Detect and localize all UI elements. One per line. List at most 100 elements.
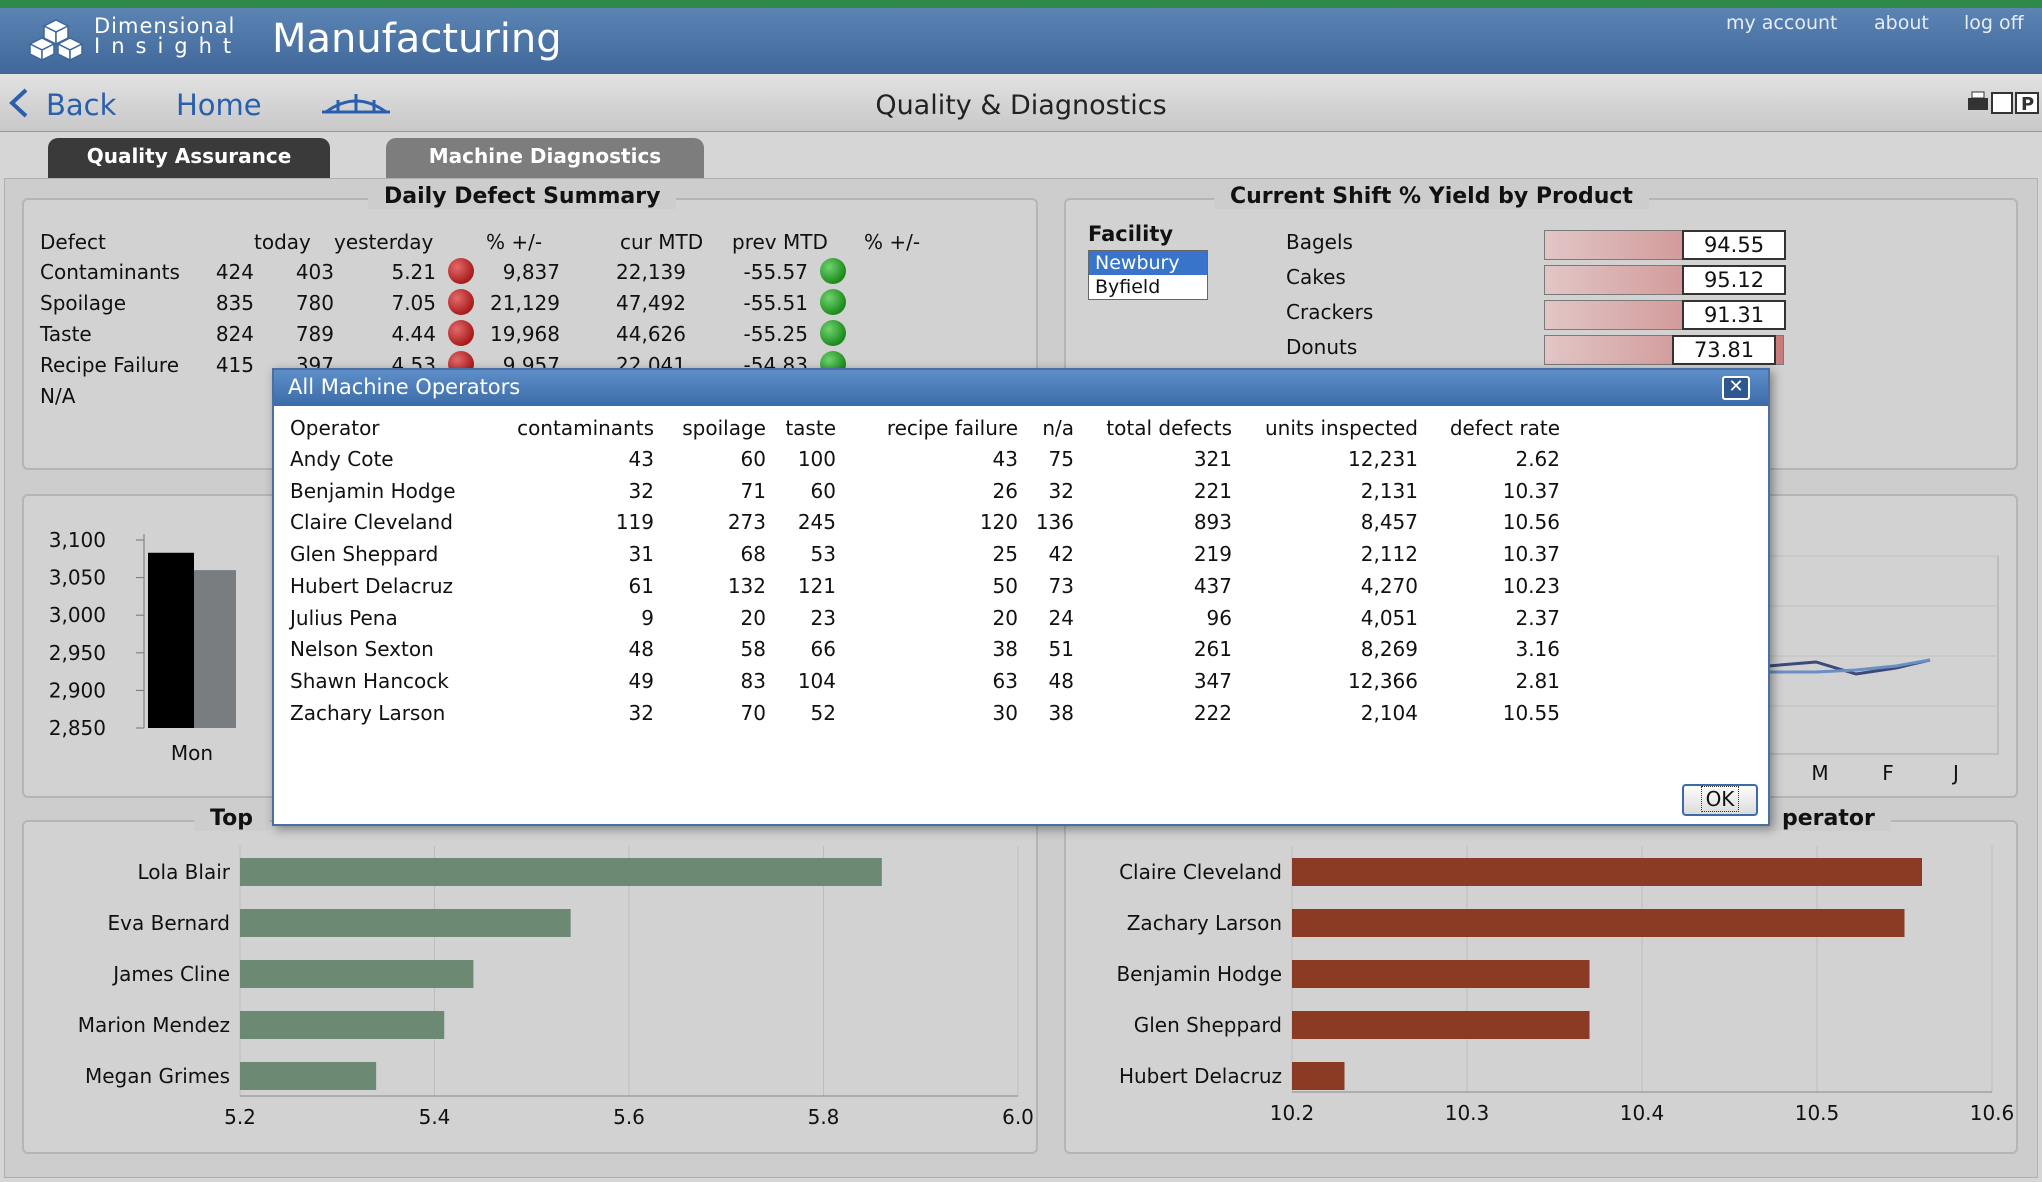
defect-pct2: -55.57	[743, 260, 808, 284]
operator-value: 49	[628, 668, 654, 693]
logo-line-2: Insight	[94, 34, 243, 58]
operator-value: 73	[1048, 573, 1074, 598]
operator-value: 68	[740, 542, 766, 567]
operator-value: 2.62	[1515, 447, 1560, 471]
operator-row: Andy Cote 43 60 100 43 75 321 12,231 2.62	[290, 447, 1590, 477]
operator-value: 20	[740, 605, 766, 630]
defect-today: 415	[215, 353, 254, 377]
defect-name: N/A	[40, 384, 76, 408]
column-header: recipe failure	[886, 416, 1018, 440]
tab-quality-assurance[interactable]: Quality Assurance	[48, 138, 330, 178]
x-tick-label: 5.2	[224, 1105, 256, 1129]
defect-prev-mtd: 22,139	[616, 260, 686, 284]
operator-value: 9	[641, 605, 654, 630]
my-account-link[interactable]: my account	[1726, 12, 1838, 34]
operator-value: 2.37	[1515, 605, 1560, 630]
operator-value: 121	[797, 573, 836, 598]
bar-category-label: Eva Bernard	[108, 911, 230, 935]
back-button[interactable]: Back	[46, 88, 116, 122]
month-tick-label: J	[1951, 761, 1959, 785]
operator-value: 63	[992, 668, 1018, 693]
x-category-label: Mon	[171, 741, 213, 765]
app-header: Dimensional Insight Manufacturing my acc…	[0, 0, 2042, 74]
operator-name: Zachary Larson	[290, 700, 446, 725]
ok-button[interactable]: OK	[1682, 784, 1758, 816]
about-link[interactable]: about	[1874, 12, 1929, 34]
operator-value: 52	[810, 700, 836, 725]
operator-name: Claire Cleveland	[290, 510, 453, 535]
month-tick-label: M	[1811, 761, 1828, 785]
product-name: Donuts	[1286, 335, 1358, 359]
operator-value: 60	[810, 478, 836, 503]
month-tick-label: F	[1882, 761, 1894, 785]
operator-value: 8,457	[1360, 510, 1418, 535]
bar	[240, 1011, 445, 1039]
close-icon[interactable]: ✕	[1722, 376, 1750, 400]
operator-name: Andy Cote	[290, 447, 394, 471]
defect-cur-mtd: 9,837	[502, 260, 560, 284]
defect-name: Contaminants	[40, 260, 180, 284]
operator-row: Nelson Sexton 48 58 66 38 51 261 8,269 3.16	[290, 637, 1590, 667]
tab-machine-diagnostics[interactable]: Machine Diagnostics	[386, 138, 704, 178]
operator-value: 10.56	[1502, 510, 1560, 535]
x-tick-label: 5.6	[613, 1105, 645, 1129]
status-red-icon	[448, 289, 474, 315]
bar-category-label: Hubert Delacruz	[1119, 1064, 1282, 1088]
log-off-link[interactable]: log off	[1964, 12, 2024, 34]
operator-value: 2.81	[1515, 668, 1560, 693]
bar-category-label: Claire Cleveland	[1119, 860, 1282, 884]
product-name: Crackers	[1286, 300, 1374, 324]
operators-table-header: Operator contaminants spoilage taste recipe …	[290, 416, 1590, 446]
bar	[240, 858, 882, 886]
operator-value: 2,104	[1360, 700, 1418, 725]
column-header: contaminants	[517, 416, 654, 440]
operator-value: 23	[810, 605, 836, 630]
status-green-icon	[820, 258, 846, 284]
operator-name: Nelson Sexton	[290, 637, 434, 662]
operator-value: 31	[628, 542, 654, 567]
bar-category-label: Marion Mendez	[78, 1013, 230, 1037]
operator-value: 4,270	[1360, 573, 1418, 598]
operator-value: 70	[740, 700, 766, 725]
home-link[interactable]: Home	[176, 88, 262, 122]
y-tick-label: 2,850	[49, 716, 106, 740]
facility-option-byfield[interactable]: Byfield	[1089, 275, 1207, 299]
export-icons[interactable]: P	[1966, 90, 2040, 116]
svg-text:P: P	[2021, 94, 2034, 115]
operator-value: 221	[1193, 478, 1232, 503]
operator-value: 2,112	[1360, 542, 1418, 567]
x-tick-label: 10.5	[1795, 1101, 1840, 1125]
x-tick-label: 10.4	[1620, 1101, 1665, 1125]
x-tick-label: 10.6	[1970, 1101, 2015, 1125]
bar-category-label: Glen Sheppard	[1134, 1013, 1282, 1037]
defect-name: Spoilage	[40, 291, 126, 315]
defect-cur-mtd: 19,968	[490, 322, 560, 346]
facility-option-newbury[interactable]: Newbury	[1089, 251, 1207, 275]
operator-value: 25	[992, 542, 1018, 567]
daily-bar-today	[148, 552, 194, 728]
col-cur-mtd: cur MTD	[620, 230, 704, 254]
bridge-icon[interactable]	[320, 88, 392, 118]
operator-value: 43	[992, 447, 1018, 471]
facility-list[interactable]: Newbury Byfield	[1088, 250, 1208, 300]
defect-row: Taste 824 789 4.44 19,968 44,626 -55.25	[40, 320, 940, 352]
operator-value: 38	[992, 637, 1018, 662]
defect-pct: 7.05	[391, 291, 436, 315]
daily-defects-chart: 3,100 3,050 3,000 2,950 2,900 2,850 Mon	[49, 528, 236, 765]
back-chevron-icon[interactable]	[6, 86, 32, 120]
defect-yesterday: 403	[295, 260, 334, 284]
y-tick-label: 2,900	[49, 678, 106, 702]
col-yesterday: yesterday	[334, 230, 434, 254]
operator-value: 51	[1048, 637, 1074, 662]
operator-value: 32	[628, 478, 654, 503]
operator-value: 245	[797, 510, 836, 535]
x-tick-label: 5.4	[419, 1105, 451, 1129]
operator-value: 53	[810, 542, 836, 567]
operator-value: 219	[1193, 542, 1232, 567]
col-pct-2: % +/-	[864, 230, 921, 254]
bar	[1292, 1011, 1590, 1039]
all-machine-operators-dialog: All Machine Operators ✕ Operator contamin…	[272, 368, 1770, 826]
operator-value: 43	[628, 447, 654, 471]
operator-name: Shawn Hancock	[290, 668, 449, 693]
trend-plot-area	[1767, 555, 1999, 755]
